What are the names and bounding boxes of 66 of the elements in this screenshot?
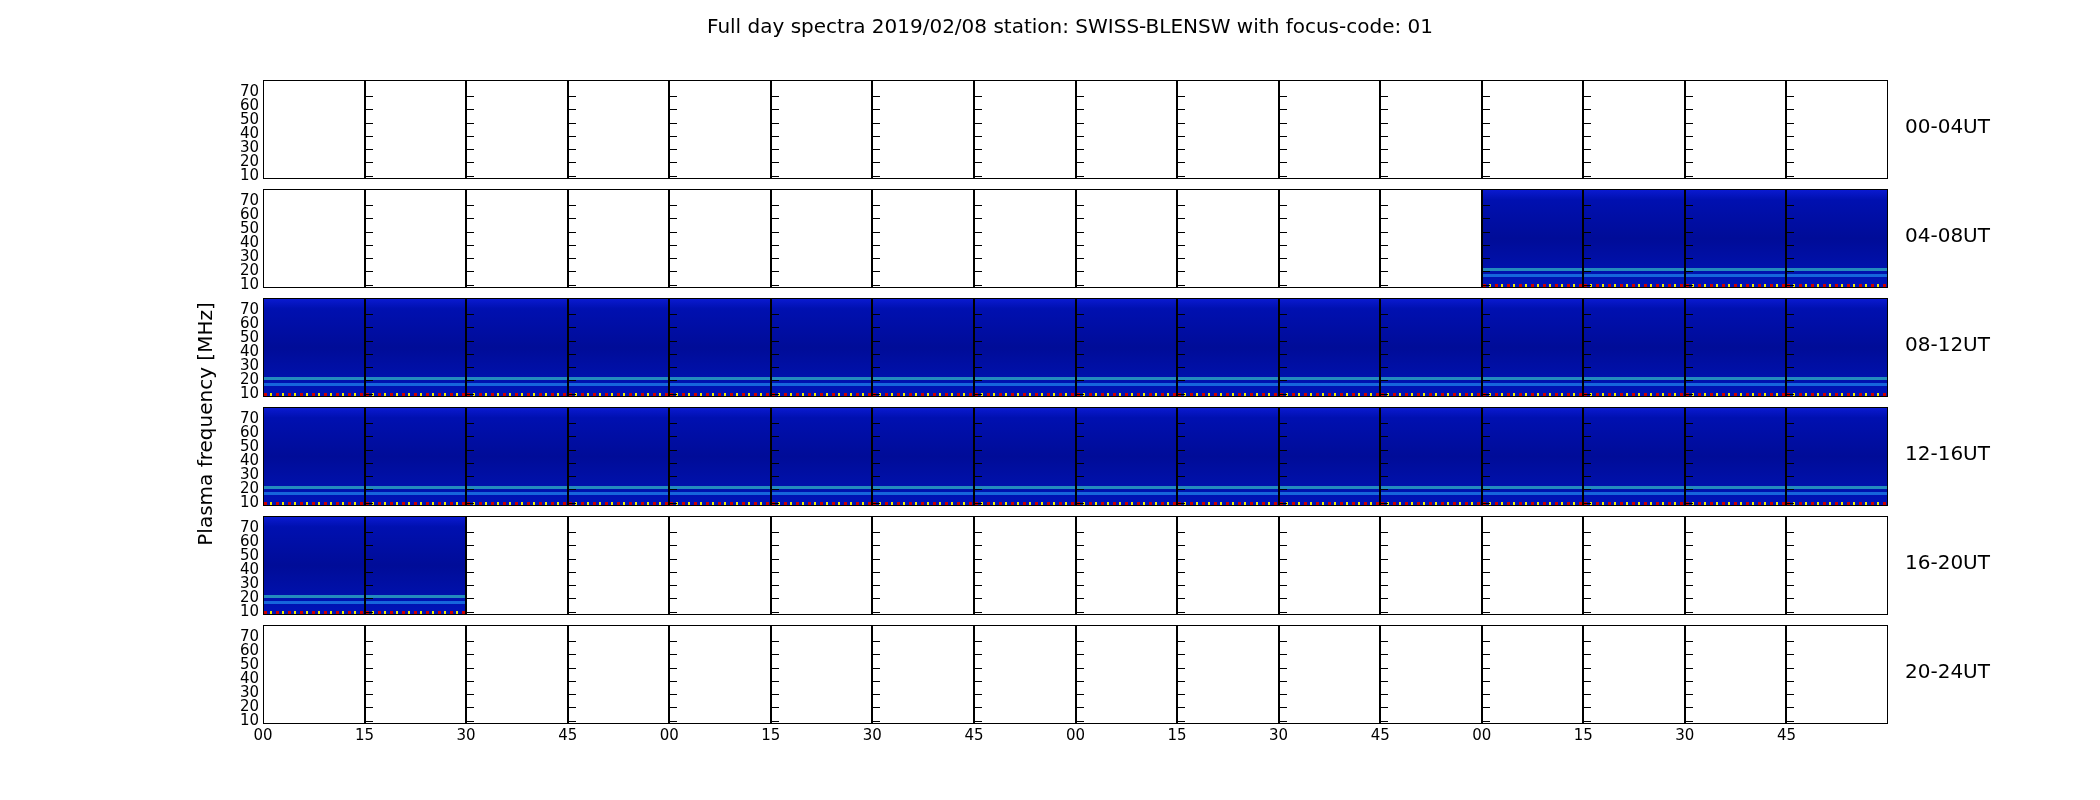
y-tick-label: 20 <box>239 481 259 495</box>
time-range-label: 00-04UT <box>1905 113 1990 138</box>
y-tick-label: 70 <box>239 411 259 425</box>
y-tick-label: 50 <box>239 330 259 344</box>
y-tick-label: 70 <box>239 84 259 98</box>
y-tick-label: 70 <box>239 629 259 643</box>
y-tick-label: 20 <box>239 154 259 168</box>
y-tick-label: 60 <box>239 98 259 112</box>
time-range-label: 16-20UT <box>1905 549 1990 574</box>
x-tick-label: 15 <box>1573 726 1593 744</box>
time-range-label: 12-16UT <box>1905 440 1990 465</box>
x-tick-label: 45 <box>558 726 578 744</box>
x-tick-label: 00 <box>253 726 273 744</box>
y-tick-label: 30 <box>239 249 259 263</box>
time-range-label: 20-24UT <box>1905 658 1990 683</box>
x-tick-label: 15 <box>1167 726 1187 744</box>
y-tick-label: 60 <box>239 425 259 439</box>
y-axis-label: Plasma frequency [MHz] <box>193 302 217 546</box>
y-tick-label: 70 <box>239 302 259 316</box>
x-tick-label: 00 <box>659 726 679 744</box>
x-tick-label: 45 <box>964 726 984 744</box>
y-tick-label: 50 <box>239 548 259 562</box>
y-tick-label: 10 <box>239 277 259 291</box>
y-tick-label: 40 <box>239 235 259 249</box>
y-tick-label: 30 <box>239 358 259 372</box>
y-tick-label: 40 <box>239 453 259 467</box>
y-tick-label: 10 <box>239 604 259 618</box>
x-tick-label: 30 <box>862 726 882 744</box>
y-tick-label: 10 <box>239 495 259 509</box>
time-range-label: 04-08UT <box>1905 222 1990 247</box>
y-tick-label: 10 <box>239 713 259 727</box>
y-tick-label: 20 <box>239 372 259 386</box>
y-tick-label: 40 <box>239 344 259 358</box>
y-tick-label: 30 <box>239 576 259 590</box>
y-tick-label: 70 <box>239 193 259 207</box>
y-tick-label: 60 <box>239 207 259 221</box>
y-tick-label: 30 <box>239 685 259 699</box>
x-tick-label: 00 <box>1472 726 1492 744</box>
y-tick-label: 60 <box>239 316 259 330</box>
y-tick-label: 40 <box>239 562 259 576</box>
x-tick-label: 30 <box>456 726 476 744</box>
x-tick-label: 15 <box>761 726 781 744</box>
y-tick-label: 50 <box>239 439 259 453</box>
y-tick-label: 70 <box>239 520 259 534</box>
y-tick-label: 40 <box>239 126 259 140</box>
y-tick-label: 20 <box>239 590 259 604</box>
y-tick-label: 30 <box>239 467 259 481</box>
y-tick-label: 50 <box>239 221 259 235</box>
y-tick-label: 10 <box>239 168 259 182</box>
y-tick-label: 30 <box>239 140 259 154</box>
x-tick-label: 30 <box>1269 726 1289 744</box>
y-tick-label: 40 <box>239 671 259 685</box>
time-range-label: 08-12UT <box>1905 331 1990 356</box>
y-tick-label: 60 <box>239 534 259 548</box>
x-tick-label: 15 <box>355 726 375 744</box>
figure-title: Full day spectra 2019/02/08 station: SWISS-BLENSW with focus-code: 01 <box>705 13 1435 39</box>
y-tick-label: 50 <box>239 657 259 671</box>
y-tick-label: 10 <box>239 386 259 400</box>
x-tick-label: 30 <box>1675 726 1695 744</box>
y-tick-label: 20 <box>239 263 259 277</box>
x-tick-label: 00 <box>1065 726 1086 744</box>
y-tick-label: 50 <box>239 112 259 126</box>
x-tick-label: 45 <box>1370 726 1390 744</box>
x-tick-label: 45 <box>1776 726 1796 744</box>
y-tick-label: 60 <box>239 643 259 657</box>
y-tick-label: 20 <box>239 699 259 713</box>
